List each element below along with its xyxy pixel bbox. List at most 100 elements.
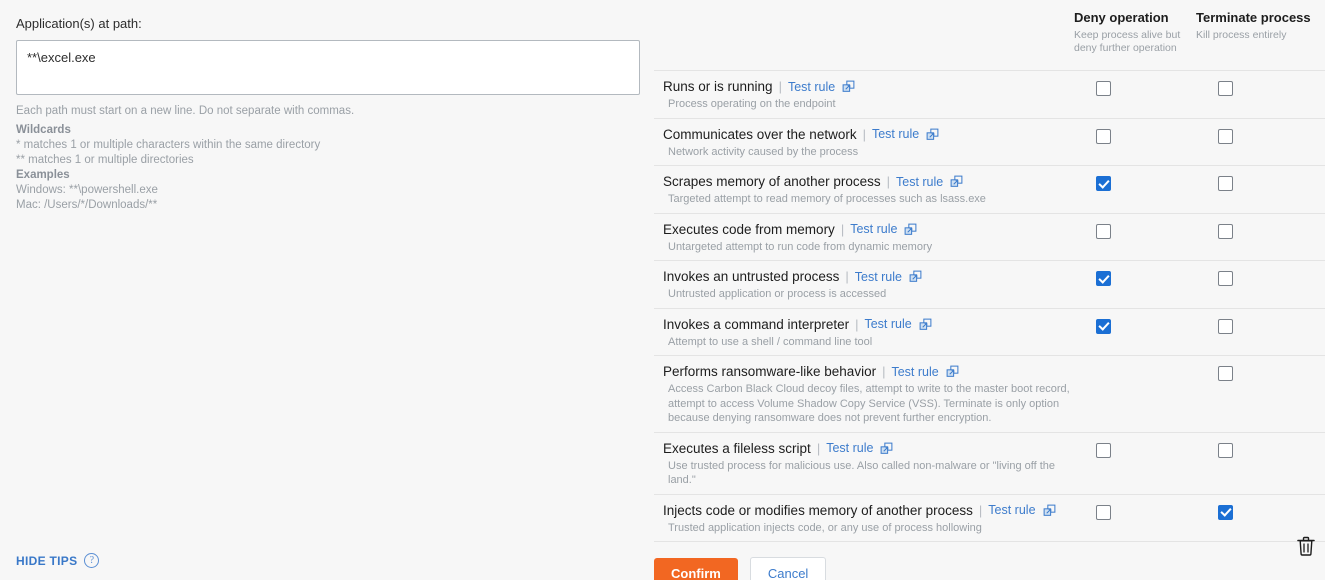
test-rule-link[interactable]: Test rule (988, 503, 1035, 517)
terminate-process-cell (1196, 502, 1325, 520)
popout-icon[interactable] (946, 365, 959, 378)
deny-operation-checkbox[interactable] (1096, 442, 1111, 458)
popout-icon[interactable] (926, 128, 939, 141)
protection-rule-editor: Application(s) at path: Each path must s… (0, 0, 1325, 580)
terminate-process-checkbox[interactable] (1218, 442, 1233, 458)
test-rule-link[interactable]: Test rule (788, 80, 835, 94)
terminate-column-subtitle: Kill process entirely (1196, 29, 1287, 41)
path-field-label: Application(s) at path: (16, 16, 142, 31)
terminate-process-checkbox[interactable] (1218, 504, 1233, 520)
table-row: Executes a fileless script | Test rule Use … (654, 431, 1325, 494)
deny-operation-checkbox[interactable] (1096, 81, 1111, 96)
popout-icon[interactable] (919, 318, 932, 331)
rule-subtext: Access Carbon Black Cloud decoy files, a… (668, 383, 1070, 424)
popout-icon[interactable] (909, 270, 922, 283)
rule-description-cell: Scrapes memory of another process | Test r… (654, 173, 1074, 207)
rule-title: Communicates over the network (663, 126, 857, 142)
terminate-process-cell (1196, 173, 1325, 191)
deny-operation-checkbox[interactable] (1096, 128, 1111, 144)
rule-title: Scrapes memory of another process (663, 174, 881, 189)
rule-title-line: Runs or is running | Test rule (663, 78, 1074, 95)
rule-title-line: Executes code from memory | Test rule (663, 221, 1074, 238)
terminate-process-cell (1196, 316, 1325, 334)
rule-separator: | (882, 364, 886, 379)
deny-operation-cell (1074, 502, 1196, 520)
hint-wildcards-heading: Wildcards (16, 124, 71, 136)
popout-icon[interactable] (880, 442, 893, 455)
rule-separator: | (778, 79, 782, 94)
terminate-process-checkbox[interactable] (1218, 271, 1233, 286)
terminate-process-cell (1196, 221, 1325, 239)
trash-icon[interactable] (1296, 535, 1316, 557)
hide-tips-button[interactable]: HIDE TIPS ? (16, 553, 100, 568)
table-row: Invokes a command interpreter | Test rule A… (654, 307, 1325, 356)
popout-icon[interactable] (1043, 504, 1056, 517)
rules-table-header: Deny operation Keep process alive but de… (654, 0, 1325, 70)
rule-separator: | (840, 221, 845, 237)
rule-description-cell: Injects code or modifies memory of anoth… (654, 502, 1074, 536)
deny-column-subtitle: Keep process alive but deny further oper… (1074, 29, 1181, 54)
test-rule-link[interactable]: Test rule (850, 222, 897, 236)
help-circle-icon[interactable]: ? (84, 553, 100, 568)
rule-title: Performs ransomware-like behavior (663, 364, 877, 379)
test-rule-link[interactable]: Test rule (864, 317, 911, 331)
deny-operation-cell (1074, 126, 1196, 144)
rule-description-cell: Invokes a command interpreter | Test rule A… (654, 316, 1074, 350)
cancel-button[interactable]: Cancel (749, 557, 827, 580)
rule-title: Executes code from memory (663, 221, 835, 237)
rule-subtext: Use trusted process for malicious use. A… (668, 459, 1056, 487)
rule-title: Invokes an untrusted process (663, 269, 840, 284)
popout-icon[interactable] (842, 80, 855, 93)
deny-operation-checkbox[interactable] (1096, 271, 1111, 286)
rule-separator: | (862, 126, 866, 142)
rule-title-line: Communicates over the network | Test rule (663, 126, 1074, 143)
terminate-process-checkbox[interactable] (1218, 366, 1233, 381)
rule-description-cell: Executes a fileless script | Test rule Use … (654, 440, 1074, 488)
test-rule-link[interactable]: Test rule (855, 270, 902, 284)
rule-title-line: Executes a fileless script | Test rule (663, 440, 1074, 457)
deny-operation-checkbox[interactable] (1096, 176, 1111, 191)
terminate-process-cell (1196, 268, 1325, 286)
hide-tips-label: HIDE TIPS (16, 553, 78, 568)
deny-operation-cell (1074, 221, 1196, 239)
test-rule-link[interactable]: Test rule (826, 441, 873, 455)
rule-title: Invokes a command interpreter (663, 316, 850, 332)
confirm-button[interactable]: Confirm (654, 558, 738, 580)
deny-operation-cell (1074, 78, 1196, 96)
path-hints: Each path must start on a new line. Do n… (16, 104, 645, 213)
test-rule-link[interactable]: Test rule (896, 175, 943, 189)
application-path-input[interactable] (16, 40, 640, 95)
deny-operation-checkbox[interactable] (1096, 223, 1111, 239)
rule-title-line: Scrapes memory of another process | Test r… (663, 173, 1074, 190)
rule-separator: | (816, 440, 821, 456)
terminate-process-checkbox[interactable] (1218, 318, 1233, 334)
terminate-process-checkbox[interactable] (1218, 223, 1233, 239)
terminate-process-checkbox[interactable] (1218, 81, 1233, 96)
rule-separator: | (886, 174, 890, 189)
column-header-deny: Deny operation Keep process alive but de… (1074, 10, 1196, 55)
rule-title: Executes a fileless script (663, 440, 811, 456)
terminate-process-cell (1196, 126, 1325, 144)
terminate-process-cell (1196, 78, 1325, 96)
rule-title-line: Injects code or modifies memory of anoth… (663, 502, 1074, 519)
rule-subtext: Targeted attempt to read memory of proce… (668, 193, 986, 205)
popout-icon[interactable] (950, 175, 963, 188)
terminate-process-cell (1196, 363, 1325, 381)
deny-operation-checkbox[interactable] (1096, 318, 1111, 334)
hint-main-text: Each path must start on a new line. Do n… (16, 105, 355, 117)
hint-example-windows: Windows: **\powershell.exe (16, 184, 158, 196)
column-header-terminate: Terminate process Kill process entirely (1196, 10, 1325, 42)
hint-examples-heading: Examples (16, 169, 70, 181)
table-row: Runs or is running | Test rule Process oper… (654, 70, 1325, 118)
terminate-process-checkbox[interactable] (1218, 176, 1233, 191)
terminate-process-checkbox[interactable] (1218, 128, 1233, 144)
popout-icon[interactable] (904, 223, 917, 236)
rule-description-cell: Performs ransomware-like behavior | Test r… (654, 363, 1074, 426)
test-rule-link[interactable]: Test rule (891, 365, 938, 379)
test-rule-link[interactable]: Test rule (872, 127, 919, 141)
deny-operation-cell (1074, 316, 1196, 334)
rules-panel: Deny operation Keep process alive but de… (645, 0, 1325, 580)
deny-operation-checkbox[interactable] (1096, 504, 1111, 520)
rule-subtext: Untrusted application or process is acce… (668, 288, 887, 300)
hint-wildcard-single: * matches 1 or multiple characters withi… (16, 139, 321, 151)
